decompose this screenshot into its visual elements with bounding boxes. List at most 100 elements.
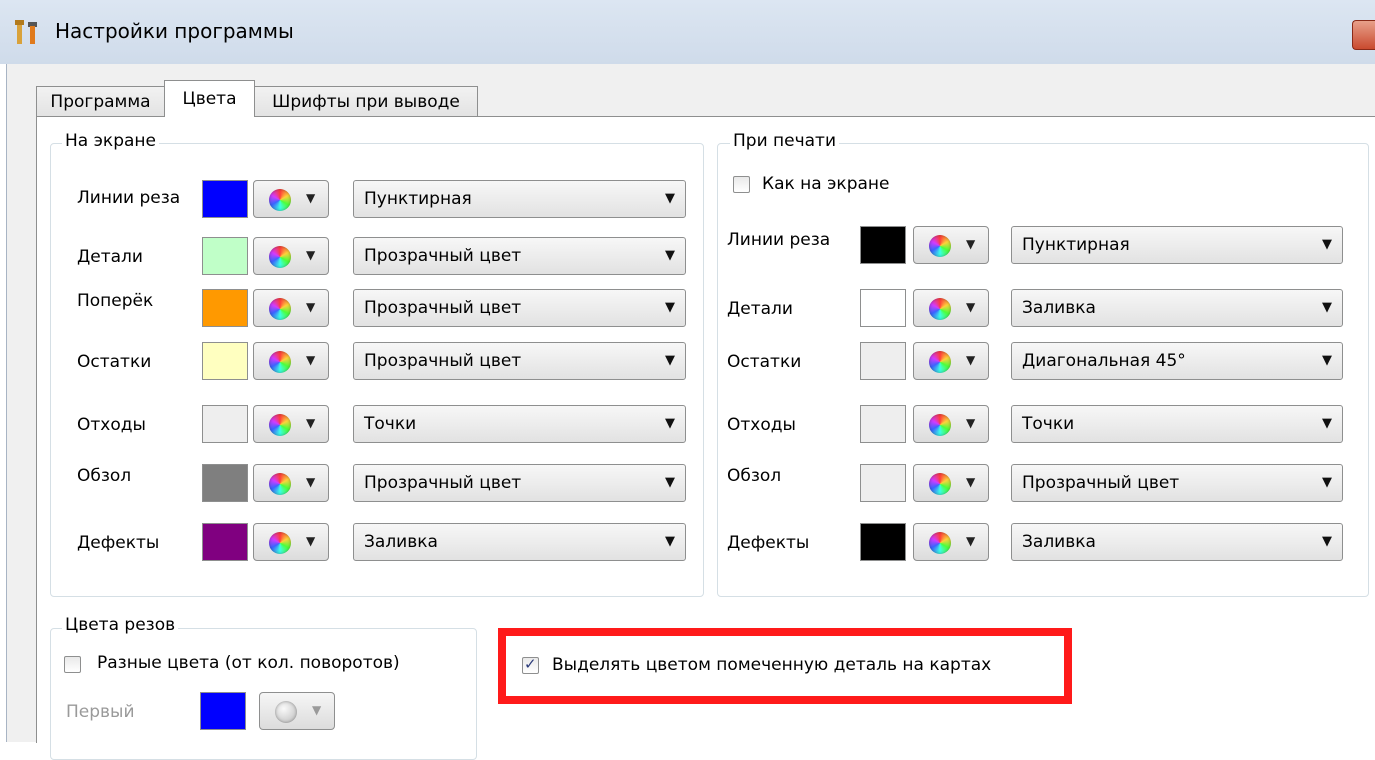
print-row-1-style-select[interactable]: Заливка ▼ [1011, 289, 1343, 327]
chevron-down-icon: ▼ [665, 191, 675, 206]
print-row-1-style-value: Заливка [1022, 298, 1096, 318]
window-title: Настройки программы [55, 19, 294, 43]
color-wheel-icon [929, 414, 951, 436]
print-row-0-style-select[interactable]: Пунктирная ▼ [1011, 226, 1343, 264]
screen-row-4-color-swatch [202, 405, 248, 443]
screen-row-6-color-picker-button[interactable]: ▼ [253, 523, 329, 561]
screen-row-2-color-swatch [202, 289, 248, 327]
chevron-down-icon: ▼ [966, 416, 976, 430]
screen-row-6-label: Дефекты [77, 533, 160, 553]
chevron-down-icon: ▼ [306, 353, 316, 367]
screen-row-2-color-picker-button[interactable]: ▼ [253, 289, 329, 327]
chevron-down-icon: ▼ [966, 300, 976, 314]
chevron-down-icon: ▼ [306, 191, 316, 205]
print-row-0-label: Линии реза [727, 230, 831, 250]
screen-row-1-color-picker-button[interactable]: ▼ [253, 237, 329, 275]
screen-row-4-color-picker-button[interactable]: ▼ [253, 405, 329, 443]
tab-colors[interactable]: Цвета [164, 80, 255, 117]
color-wheel-icon [929, 532, 951, 554]
chevron-down-icon: ▼ [306, 534, 316, 548]
screen-row-0-style-select[interactable]: Пунктирная ▼ [353, 180, 686, 218]
chevron-down-icon: ▼ [312, 703, 322, 717]
color-wheel-icon [929, 351, 951, 373]
screen-row-4-style-select[interactable]: Точки ▼ [353, 405, 686, 443]
print-row-1-label: Детали [727, 299, 793, 319]
screen-row-5-style-select[interactable]: Прозрачный цвет ▼ [353, 464, 686, 502]
print-row-3-color-picker-button[interactable]: ▼ [913, 405, 989, 443]
screen-group-title: На экране [62, 132, 159, 150]
print-row-5-label: Дефекты [727, 533, 810, 553]
tab-program[interactable]: Программа [36, 86, 165, 116]
screen-row-0-style-value: Пунктирная [364, 189, 472, 209]
color-wheel-icon [269, 189, 291, 211]
first-color-picker-button[interactable]: ▼ [259, 692, 335, 730]
chevron-down-icon: ▼ [665, 475, 675, 490]
print-row-4-style-select[interactable]: Прозрачный цвет ▼ [1011, 464, 1343, 502]
screen-row-3-label: Остатки [77, 352, 152, 372]
color-wheel-icon [269, 246, 291, 268]
chevron-down-icon: ▼ [665, 248, 675, 263]
print-row-2-style-value: Диагональная 45° [1022, 351, 1186, 371]
close-button[interactable] [1352, 20, 1375, 50]
color-wheel-icon [269, 473, 291, 495]
screen-row-3-color-picker-button[interactable]: ▼ [253, 342, 329, 380]
screen-row-2-style-value: Прозрачный цвет [364, 298, 522, 318]
print-row-4-style-value: Прозрачный цвет [1022, 473, 1180, 493]
different-colors-checkbox[interactable] [64, 656, 81, 673]
print-row-2-style-select[interactable]: Диагональная 45° ▼ [1011, 342, 1343, 380]
screen-row-0-label: Линии реза [77, 188, 181, 208]
print-group-title: При печати [730, 132, 840, 150]
screen-row-4-style-value: Точки [364, 414, 417, 434]
chevron-down-icon: ▼ [665, 300, 675, 315]
chevron-down-icon: ▼ [966, 534, 976, 548]
chevron-down-icon: ▼ [665, 353, 675, 368]
print-row-3-style-value: Точки [1022, 414, 1075, 434]
tab-output-fonts[interactable]: Шрифты при выводе [254, 86, 478, 116]
chevron-down-icon: ▼ [966, 475, 976, 489]
print-row-2-label: Остатки [727, 352, 802, 372]
print-row-3-label: Отходы [727, 415, 796, 435]
print-row-2-color-picker-button[interactable]: ▼ [913, 342, 989, 380]
print-row-4-color-swatch [860, 464, 906, 502]
screen-row-2-style-select[interactable]: Прозрачный цвет ▼ [353, 289, 686, 327]
print-row-0-color-picker-button[interactable]: ▼ [913, 226, 989, 264]
different-colors-label: Разные цвета (от кол. поворотов) [97, 653, 400, 673]
chevron-down-icon: ▼ [665, 416, 675, 431]
print-row-5-style-value: Заливка [1022, 532, 1096, 552]
highlight-detail-checkbox[interactable] [522, 655, 539, 674]
chevron-down-icon: ▼ [1322, 300, 1332, 315]
print-row-1-color-picker-button[interactable]: ▼ [913, 289, 989, 327]
color-wheel-icon [275, 701, 297, 723]
print-row-1-color-swatch [860, 289, 906, 327]
screen-row-3-color-swatch [202, 342, 248, 380]
screen-row-3-style-select[interactable]: Прозрачный цвет ▼ [353, 342, 686, 380]
screen-row-0-color-swatch [202, 180, 248, 218]
color-wheel-icon [269, 532, 291, 554]
chevron-down-icon: ▼ [1322, 416, 1332, 431]
screen-row-6-color-swatch [202, 523, 248, 561]
print-row-3-color-swatch [860, 405, 906, 443]
screen-row-1-color-swatch [202, 237, 248, 275]
same-as-screen-label: Как на экране [762, 174, 890, 194]
print-row-5-color-picker-button[interactable]: ▼ [913, 523, 989, 561]
highlight-detail-label: Выделять цветом помеченную деталь на кар… [552, 655, 992, 675]
print-row-4-color-picker-button[interactable]: ▼ [913, 464, 989, 502]
screen-row-5-color-picker-button[interactable]: ▼ [253, 464, 329, 502]
print-row-0-style-value: Пунктирная [1022, 235, 1130, 255]
chevron-down-icon: ▼ [306, 416, 316, 430]
screen-row-5-color-swatch [202, 464, 248, 502]
screen-row-1-style-select[interactable]: Прозрачный цвет ▼ [353, 237, 686, 275]
color-wheel-icon [929, 235, 951, 257]
print-row-0-color-swatch [860, 226, 906, 264]
print-row-5-style-select[interactable]: Заливка ▼ [1011, 523, 1343, 561]
screen-row-2-label: Поперёк [77, 291, 154, 311]
screen-row-0-color-picker-button[interactable]: ▼ [253, 180, 329, 218]
same-as-screen-checkbox[interactable] [733, 176, 750, 193]
screen-row-5-label: Обзол [77, 466, 132, 486]
color-wheel-icon [929, 298, 951, 320]
chevron-down-icon: ▼ [1322, 475, 1332, 490]
screen-row-6-style-select[interactable]: Заливка ▼ [353, 523, 686, 561]
screen-row-1-style-value: Прозрачный цвет [364, 246, 522, 266]
print-row-3-style-select[interactable]: Точки ▼ [1011, 405, 1343, 443]
print-row-2-color-swatch [860, 342, 906, 380]
